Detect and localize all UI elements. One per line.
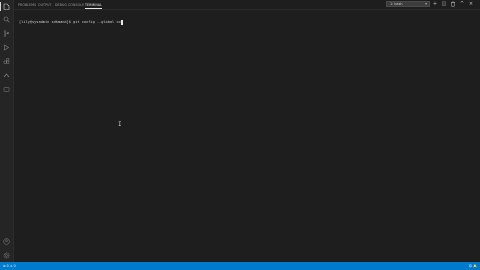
trash-icon [451,1,455,7]
activity-bar [0,0,14,262]
notifications-status[interactable]: ☺ 🔔 [469,262,477,270]
kill-terminal-button[interactable] [450,1,456,7]
terminal-area[interactable]: [lily@sysadmin sdkmand]$ git config --gl… [14,10,480,262]
extensions-icon[interactable] [3,58,10,65]
tab-output[interactable]: OUTPUT [38,2,52,8]
run-debug-icon[interactable] [3,44,10,51]
active-marker [0,2,1,11]
close-panel-button[interactable]: × [468,1,474,7]
status-bar: ⊗ 0 ⚠ 0 ☺ 🔔 [0,262,480,270]
terminal-cursor [120,20,123,25]
terminal-select-value: 1: bash [390,2,403,6]
tab-problems[interactable]: PROBLEMS [18,2,36,8]
search-icon[interactable] [3,16,10,23]
split-terminal-button[interactable]: ◫ [441,1,447,7]
source-control-icon[interactable] [3,30,10,37]
account-icon[interactable] [3,238,10,245]
terminal-select[interactable]: 1: bash ▾ [386,1,430,7]
testing-icon[interactable] [3,86,10,93]
problems-status[interactable]: ⊗ 0 ⚠ 0 [3,262,16,270]
terminal-command-text: [lily@sysadmin sdkmand]$ git config --gl… [19,20,121,24]
remote-icon[interactable] [3,72,10,79]
panel-tab-bar: PROBLEMS OUTPUT DEBUG CONSOLE TERMINAL 1… [14,0,480,10]
tab-terminal[interactable]: TERMINAL [85,2,103,9]
chevron-down-icon: ▾ [425,2,427,6]
settings-gear-icon[interactable] [3,252,10,259]
explorer-icon[interactable] [3,3,10,10]
tab-debug-console[interactable]: DEBUG CONSOLE [55,2,84,8]
new-terminal-button[interactable]: + [432,1,438,7]
maximize-panel-button[interactable]: ^ [459,1,465,7]
terminal-prompt-line: [lily@sysadmin sdkmand]$ git config --gl… [19,20,123,25]
ibeam-cursor-icon: I [118,121,122,128]
